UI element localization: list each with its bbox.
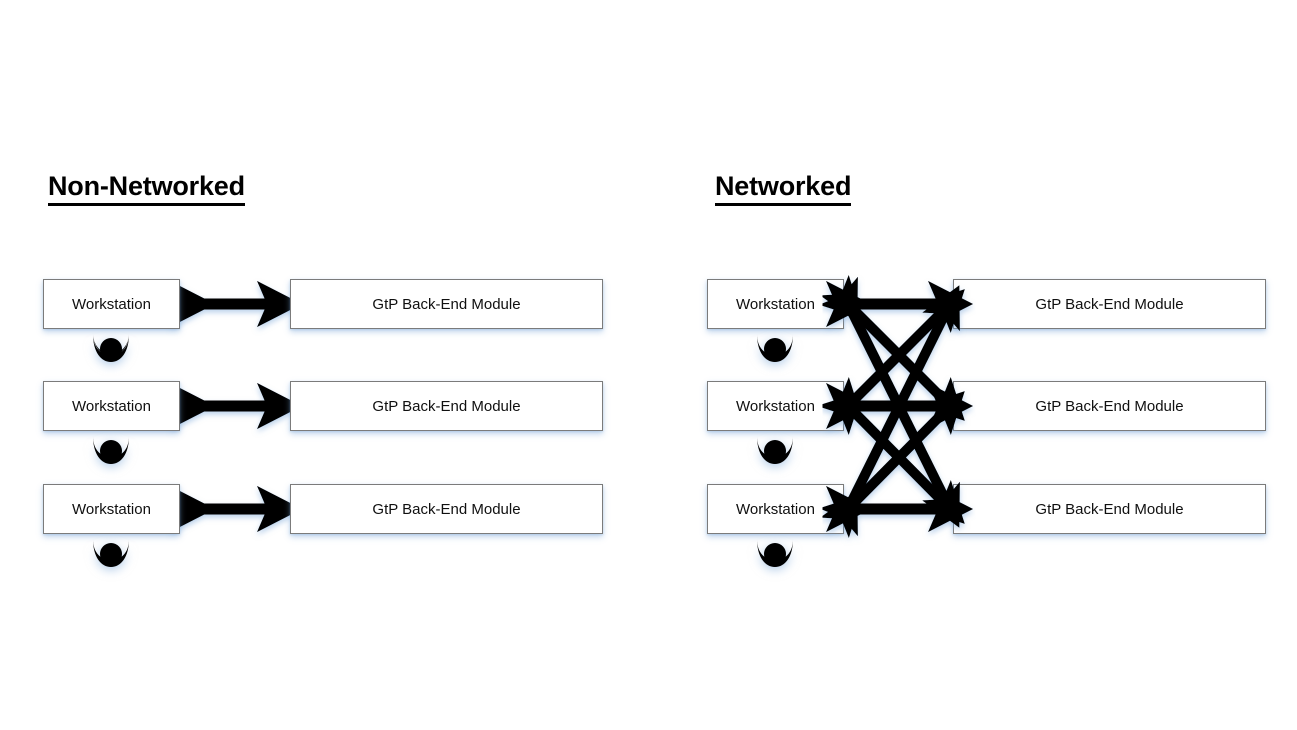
mesh-connector-w3-m1 [820, 285, 960, 537]
person-icon [90, 434, 132, 466]
section-title-networked: Networked [715, 172, 851, 207]
person-icon [90, 537, 132, 569]
person-icon [90, 332, 132, 364]
person-icon [754, 434, 796, 466]
module-box-1: GtP Back-End Module [290, 279, 603, 329]
mesh-connector-w2-m3 [819, 377, 965, 524]
mesh-connector-w3-m2 [819, 391, 965, 538]
networked-mesh-connectors [819, 275, 974, 538]
workstation-label: Workstation [72, 295, 151, 313]
workstation-label: Workstation [72, 397, 151, 415]
module-label: GtP Back-End Module [372, 500, 521, 518]
networked-module-box-2: GtP Back-End Module [953, 381, 1266, 431]
workstation-label: Workstation [736, 500, 815, 518]
module-label: GtP Back-End Module [1035, 295, 1184, 313]
section-title-non-networked: Non-Networked [48, 172, 245, 207]
person-icon [754, 537, 796, 569]
networked-module-box-1: GtP Back-End Module [953, 279, 1266, 329]
module-label: GtP Back-End Module [372, 397, 521, 415]
workstation-label: Workstation [736, 397, 815, 415]
workstation-box-3: Workstation [43, 484, 180, 534]
networked-module-box-3: GtP Back-End Module [953, 484, 1266, 534]
workstation-box-1: Workstation [43, 279, 180, 329]
module-label: GtP Back-End Module [1035, 500, 1184, 518]
mesh-connector-w1-m3 [820, 276, 960, 528]
non-networked-connectors [170, 280, 303, 533]
workstation-box-2: Workstation [43, 381, 180, 431]
module-box-3: GtP Back-End Module [290, 484, 603, 534]
mesh-connector-w2-m1 [819, 289, 965, 435]
module-label: GtP Back-End Module [372, 295, 521, 313]
diagram-canvas: Non-Networked Networked Workstation Work… [0, 0, 1297, 730]
module-box-2: GtP Back-End Module [290, 381, 603, 431]
networked-workstation-box-2: Workstation [707, 381, 844, 431]
person-icon [754, 332, 796, 364]
networked-workstation-box-1: Workstation [707, 279, 844, 329]
networked-workstation-box-3: Workstation [707, 484, 844, 534]
workstation-label: Workstation [72, 500, 151, 518]
workstation-label: Workstation [736, 295, 815, 313]
mesh-connector-w1-m2 [819, 275, 965, 421]
module-label: GtP Back-End Module [1035, 397, 1184, 415]
